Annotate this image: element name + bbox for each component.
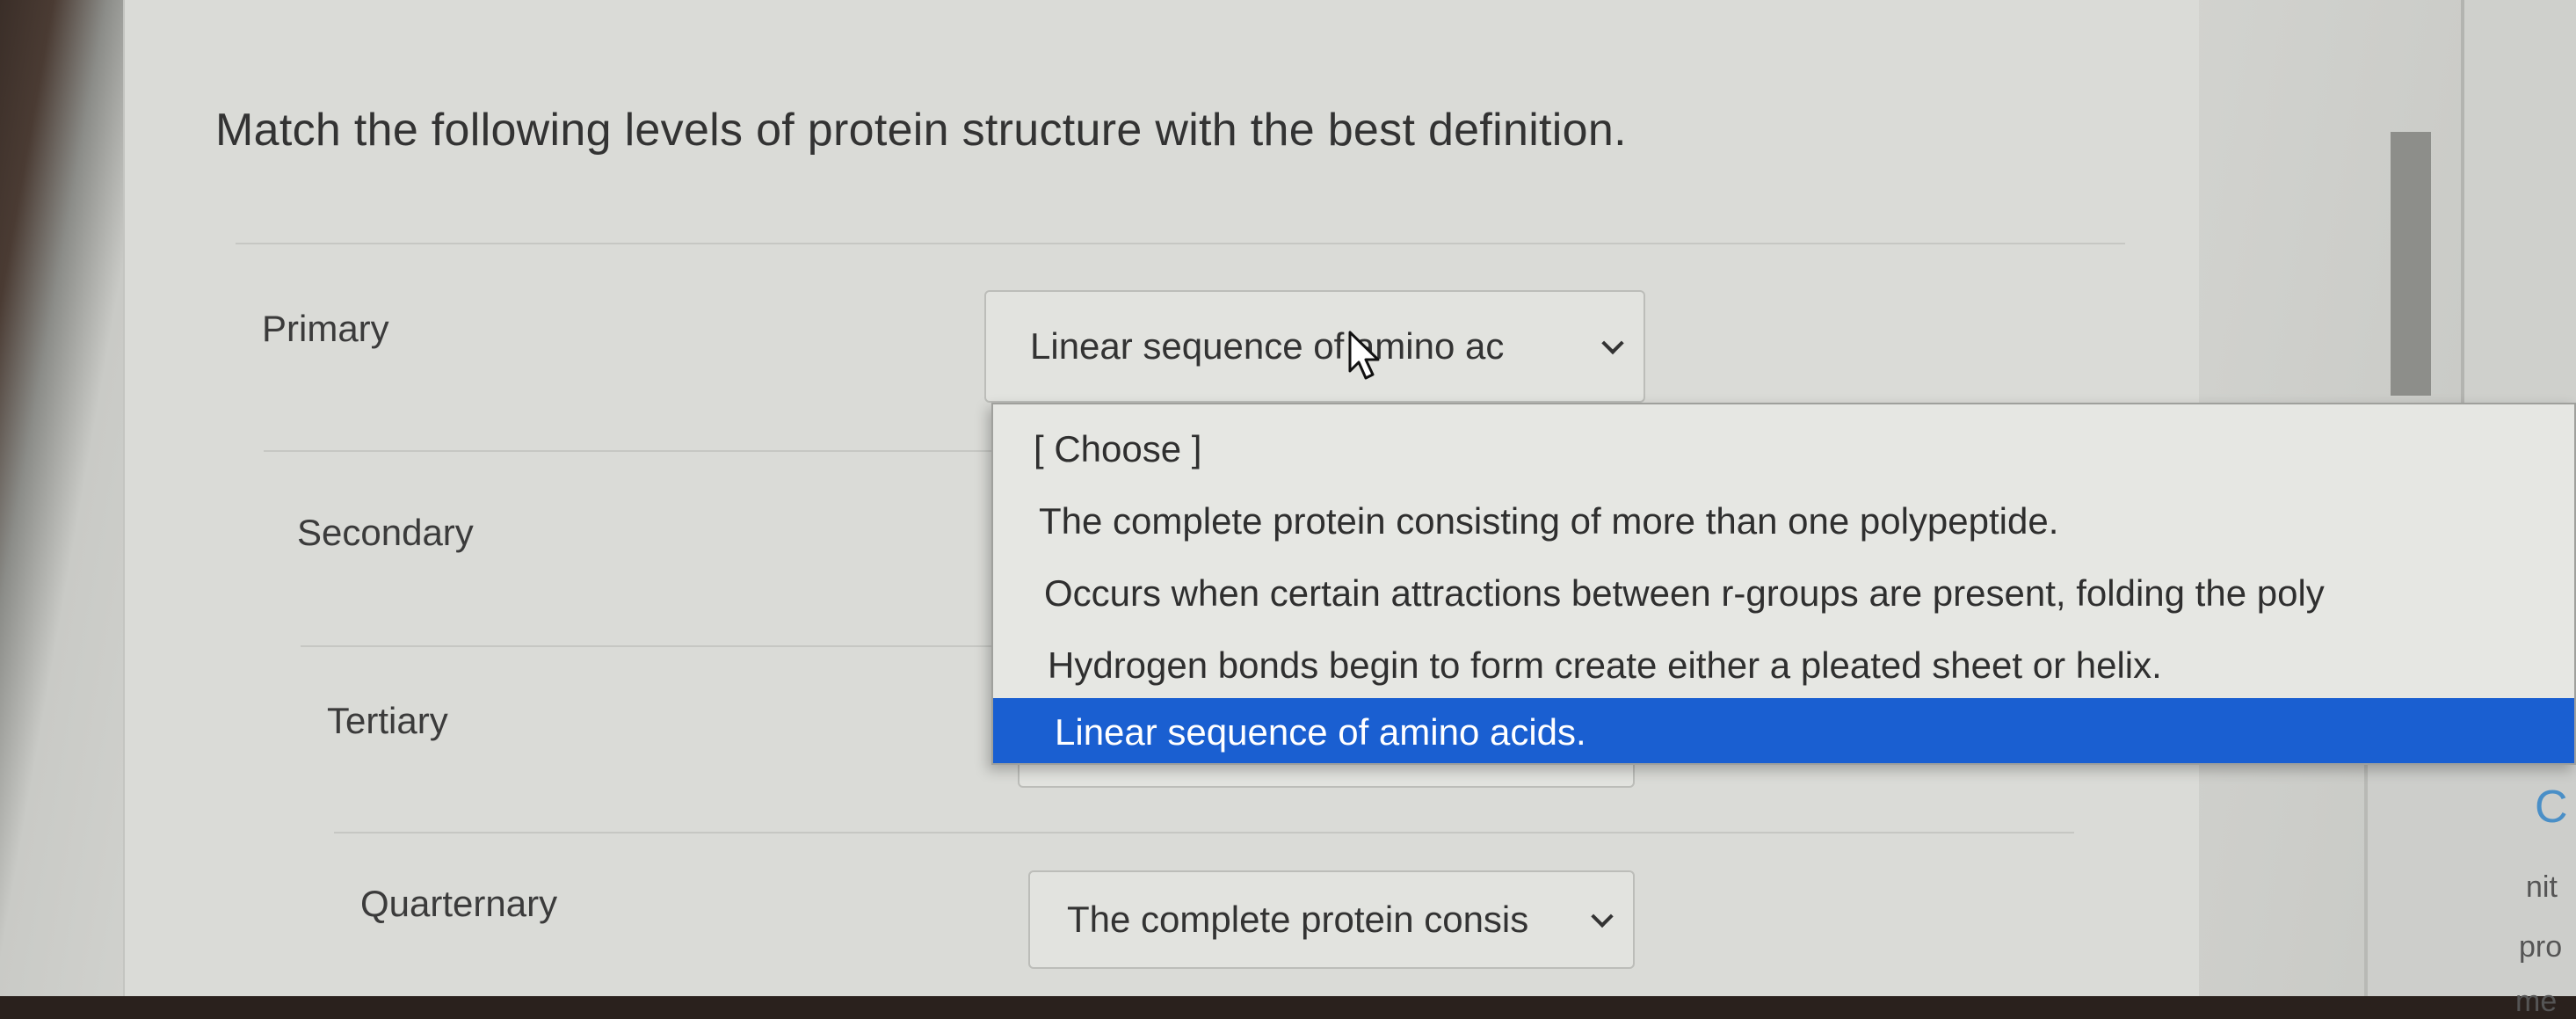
primary-select[interactable]: Linear sequence of amino ac <box>984 290 1645 403</box>
row-label-tertiary: Tertiary <box>327 700 448 741</box>
divider <box>236 243 2125 244</box>
scrollbar-thumb[interactable] <box>2391 132 2431 396</box>
side-fragment-pro: pro <box>2519 930 2563 964</box>
row-label-primary: Primary <box>262 308 389 349</box>
chevron-down-icon <box>1591 905 1614 928</box>
side-fragment-me: me <box>2515 985 2558 1018</box>
question-title: Match the following levels of protein st… <box>215 105 1627 156</box>
chevron-down-icon <box>1601 331 1624 355</box>
dropdown-option-tertiary-def[interactable]: Occurs when certain attractions between … <box>993 559 2574 628</box>
side-fragment-c[interactable]: C <box>2535 781 2568 833</box>
mouse-cursor-icon <box>1348 331 1380 380</box>
dropdown-option-primary-def[interactable]: Linear sequence of amino acids. <box>993 698 2574 763</box>
row-label-quarternary: Quarternary <box>360 883 558 924</box>
dropdown-option-quaternary-def[interactable]: The complete protein consisting of more … <box>993 487 2574 556</box>
quarternary-select-value: The complete protein consis <box>1067 899 1529 940</box>
quarternary-select[interactable]: The complete protein consis <box>1028 870 1635 969</box>
screen: C nit pro me Match the following levels … <box>0 0 2576 1018</box>
divider <box>334 832 2074 833</box>
row-label-secondary: Secondary <box>297 512 474 553</box>
right-side-panel-lower: C nit pro me <box>2364 765 2576 1018</box>
primary-select-value: Linear sequence of amino ac <box>1030 325 1505 367</box>
dropdown-option-secondary-def[interactable]: Hydrogen bonds begin to form create eith… <box>993 631 2574 700</box>
divider <box>301 645 1004 647</box>
dropdown-option-choose[interactable]: [ Choose ] <box>993 415 2574 484</box>
primary-dropdown-list[interactable]: [ Choose ] The complete protein consisti… <box>991 403 2576 765</box>
divider <box>264 450 993 452</box>
side-fragment-nit: nit <box>2526 870 2558 904</box>
